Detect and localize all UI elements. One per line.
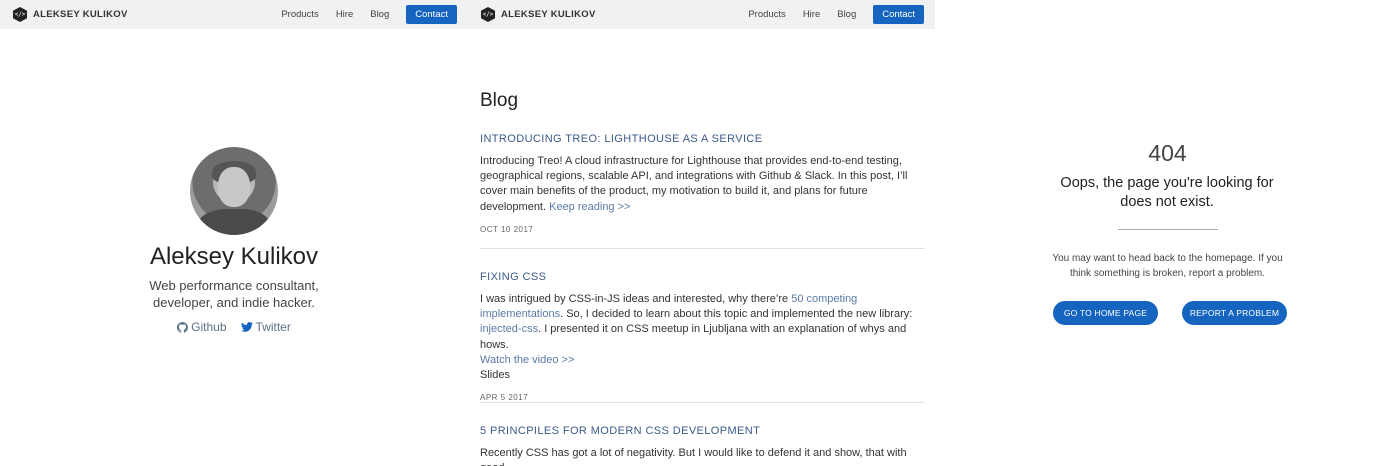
error-headline: Oops, the page you're looking for does n… — [1060, 175, 1274, 210]
brand-name: ALEKSEY KULIKOV — [33, 9, 128, 20]
post-date: OCT 10 2017 — [480, 224, 534, 234]
watch-video-link[interactable]: Watch the video >> — [480, 354, 574, 366]
blog-post: FIXING CSS I was intrigued by CSS-in-JS … — [480, 271, 925, 402]
nav-blog[interactable]: Blog — [370, 9, 389, 20]
post-excerpt: Introducing Treo! A cloud infrastructure… — [480, 155, 908, 213]
navbar: </> ALEKSEY KULIKOV Products Hire Blog C… — [0, 0, 468, 29]
nav-hire[interactable]: Hire — [336, 9, 353, 20]
post-excerpt: Recently CSS has got a lot of negativity… — [480, 447, 907, 466]
logo-icon: </> — [481, 7, 495, 22]
nav-blog[interactable]: Blog — [837, 9, 856, 20]
error-code: 404 — [1148, 140, 1187, 166]
slides-link[interactable]: Slides — [480, 369, 510, 381]
read-more-link[interactable]: Keep reading >> — [549, 201, 630, 213]
github-icon — [177, 321, 189, 333]
report-problem-button[interactable]: REPORT A PROBLEM — [1182, 301, 1287, 325]
nav-hire[interactable]: Hire — [803, 9, 820, 20]
error-message: You may want to head back to the homepag… — [1052, 253, 1283, 279]
post-excerpt: I was intrigued by CSS-in-JS ideas and i… — [480, 293, 913, 382]
blog-post: INTRODUCING TREO: LIGHTHOUSE AS A SERVIC… — [480, 133, 925, 234]
profile-page: </> ALEKSEY KULIKOV Products Hire Blog C… — [0, 0, 468, 466]
twitter-link[interactable]: Twitter — [240, 320, 291, 334]
avatar — [190, 147, 278, 235]
post-title-link[interactable]: FIXING CSS — [480, 271, 925, 283]
brand-name: ALEKSEY KULIKOV — [501, 9, 596, 20]
divider — [480, 248, 925, 249]
twitter-label: Twitter — [255, 320, 291, 334]
contact-button[interactable]: Contact — [873, 5, 924, 24]
github-link[interactable]: Github — [177, 320, 227, 334]
blog-post: 5 PRINCPILES FOR MODERN CSS DEVELOPMENT … — [480, 425, 925, 466]
profile-name: Aleksey Kulikov — [149, 243, 319, 270]
brand-link[interactable]: </> ALEKSEY KULIKOV — [481, 7, 596, 22]
post-title-link[interactable]: 5 PRINCPILES FOR MODERN CSS DEVELOPMENT — [480, 425, 925, 437]
go-home-button[interactable]: GO TO HOME PAGE — [1053, 301, 1158, 325]
divider — [480, 402, 925, 403]
github-label: Github — [191, 320, 227, 334]
post-title-link[interactable]: INTRODUCING TREO: LIGHTHOUSE AS A SERVIC… — [480, 133, 925, 145]
nav-products[interactable]: Products — [281, 9, 319, 20]
contact-button[interactable]: Contact — [406, 5, 457, 24]
logo-icon: </> — [13, 7, 27, 22]
divider — [1118, 229, 1218, 230]
injected-css-link[interactable]: injected-css — [480, 323, 538, 335]
nav-products[interactable]: Products — [748, 9, 786, 20]
post-date: APR 5 2017 — [480, 393, 529, 403]
twitter-icon — [240, 322, 253, 332]
navbar: </> ALEKSEY KULIKOV Products Hire Blog C… — [468, 0, 935, 29]
blog-page: </> ALEKSEY KULIKOV Products Hire Blog C… — [468, 0, 935, 466]
page-title: Blog — [480, 90, 519, 111]
notfound-page: 404 Oops, the page you're looking for do… — [935, 0, 1400, 466]
brand-link[interactable]: </> ALEKSEY KULIKOV — [13, 7, 128, 22]
profile-tagline: Web performance consultant, developer, a… — [149, 278, 319, 310]
